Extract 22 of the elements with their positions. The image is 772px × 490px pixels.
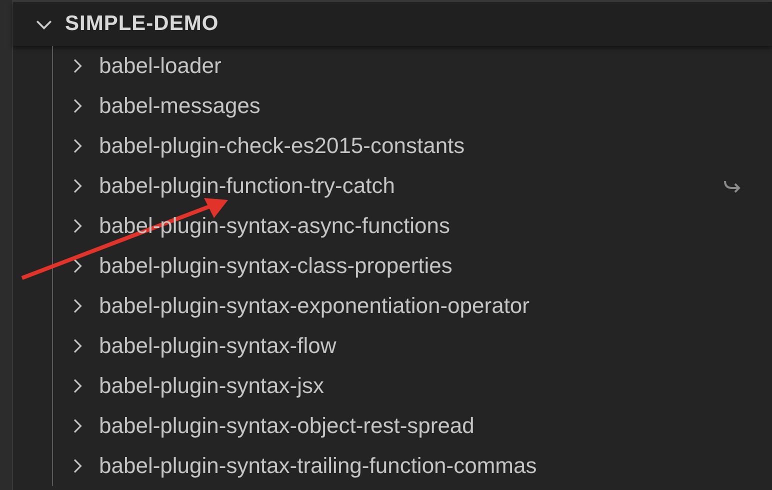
- folder-name: babel-plugin-syntax-object-rest-spread: [99, 413, 474, 439]
- folder-name: babel-plugin-syntax-class-properties: [99, 253, 452, 279]
- folder-item[interactable]: babel-plugin-syntax-trailing-function-commas: [53, 446, 772, 486]
- folder-name: babel-plugin-syntax-trailing-function-commas: [99, 453, 537, 479]
- folder-name: babel-messages: [99, 93, 260, 119]
- section-title: SIMPLE-DEMO: [65, 12, 219, 36]
- section-header[interactable]: SIMPLE-DEMO: [13, 2, 772, 46]
- folder-item[interactable]: babel-plugin-syntax-jsx: [53, 366, 772, 406]
- folder-item[interactable]: babel-messages: [53, 86, 772, 126]
- folder-item[interactable]: babel-plugin-syntax-class-properties: [53, 246, 772, 286]
- folder-item[interactable]: babel-loader: [53, 46, 772, 86]
- folder-item[interactable]: babel-plugin-check-es2015-constants: [53, 126, 772, 166]
- folder-item[interactable]: babel-plugin-syntax-exponentiation-operator: [53, 286, 772, 326]
- folder-item[interactable]: babel-plugin-syntax-flow: [53, 326, 772, 366]
- folder-name: babel-plugin-syntax-exponentiation-operator: [99, 293, 530, 319]
- folder-item[interactable]: babel-plugin-syntax-object-rest-spread: [53, 406, 772, 446]
- folder-name: babel-plugin-syntax-jsx: [99, 373, 324, 399]
- folder-name: babel-plugin-check-es2015-constants: [99, 133, 465, 159]
- folder-name: babel-plugin-syntax-flow: [99, 333, 336, 359]
- folder-item[interactable]: babel-plugin-function-try-catch: [53, 166, 772, 206]
- folder-name: babel-loader: [99, 53, 222, 79]
- folder-name: babel-plugin-function-try-catch: [99, 173, 395, 199]
